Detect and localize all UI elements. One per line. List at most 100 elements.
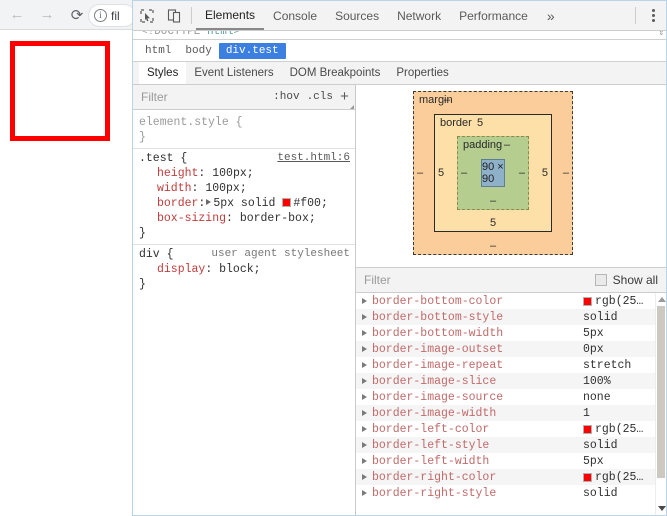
computed-property-row[interactable]: border-left-width 5px <box>356 453 666 469</box>
box-model-margin-top[interactable]: – <box>444 94 450 106</box>
expand-chevron-icon[interactable] <box>362 298 367 304</box>
style-rule-element-style[interactable]: element.style { } <box>133 113 355 148</box>
box-model-margin-right[interactable]: – <box>563 167 569 179</box>
expand-shorthand-icon[interactable] <box>206 199 212 205</box>
declaration-display[interactable]: display: block; <box>139 262 355 277</box>
back-button[interactable]: ← <box>4 2 30 28</box>
expand-chevron-icon[interactable] <box>362 394 367 400</box>
box-model-border-top[interactable]: 5 <box>477 117 483 129</box>
box-model-padding-bottom[interactable]: – <box>458 195 528 207</box>
expand-chevron-icon[interactable] <box>362 426 367 432</box>
more-tabs-icon[interactable]: » <box>537 1 565 30</box>
declaration-value[interactable]: 100px <box>205 182 240 195</box>
new-style-rule-button[interactable]: + <box>340 89 351 106</box>
computed-property-row[interactable]: border-image-repeat stretch <box>356 357 666 373</box>
tab-styles[interactable]: Styles <box>139 62 187 84</box>
computed-property-row[interactable]: border-right-style solid <box>356 485 666 501</box>
computed-property-row[interactable]: border-left-style solid <box>356 437 666 453</box>
toggle-class-button[interactable]: .cls <box>307 91 333 103</box>
computed-property-row[interactable]: border-bottom-style solid <box>356 309 666 325</box>
tab-dom-breakpoints[interactable]: DOM Breakpoints <box>282 62 389 84</box>
breadcrumb-item-body[interactable]: body <box>178 43 218 59</box>
site-info-icon[interactable]: i <box>94 9 107 22</box>
declaration-property[interactable]: border <box>157 197 198 210</box>
breadcrumb-item-div-test[interactable]: div.test <box>218 42 286 59</box>
inspect-element-icon[interactable] <box>133 1 160 30</box>
declaration-value[interactable]: 100px <box>212 167 247 180</box>
kebab-menu-icon[interactable] <box>640 1 666 30</box>
box-model-margin-left[interactable]: – <box>417 167 423 179</box>
resize-corner-icon[interactable] <box>350 105 354 109</box>
computed-property-row[interactable]: border-image-outset 0px <box>356 341 666 357</box>
style-rule-div-ua[interactable]: user agent stylesheet div { display: blo… <box>133 244 355 295</box>
expand-chevron-icon[interactable] <box>362 378 367 384</box>
expand-chevron-icon[interactable] <box>362 458 367 464</box>
scroll-down-arrow-icon[interactable] <box>658 506 666 511</box>
declaration-property[interactable]: box-sizing <box>157 212 226 225</box>
box-model-padding-left[interactable]: – <box>461 167 467 179</box>
box-model-padding[interactable]: padding – – – – 90 × 90 <box>457 136 529 210</box>
style-rule-origin-link[interactable]: test.html:6 <box>277 151 350 166</box>
expand-chevron-icon[interactable] <box>362 330 367 336</box>
box-model-border-left[interactable]: 5 <box>438 167 444 179</box>
tab-elements[interactable]: Elements <box>196 1 265 30</box>
declaration-property[interactable]: width <box>157 182 192 195</box>
declaration-value[interactable]: border-box <box>240 212 309 225</box>
tab-sources[interactable]: Sources <box>326 1 388 30</box>
expand-chevron-icon[interactable] <box>362 362 367 368</box>
scrollbar-thumb[interactable] <box>657 306 665 478</box>
device-toolbar-icon[interactable] <box>160 1 187 30</box>
expand-chevron-icon[interactable] <box>362 346 367 352</box>
tab-event-listeners[interactable]: Event Listeners <box>186 62 281 84</box>
computed-property-row[interactable]: border-bottom-width 5px <box>356 325 666 341</box>
declaration-height[interactable]: height: 100px; <box>139 166 355 181</box>
expand-chevron-icon[interactable] <box>362 442 367 448</box>
reload-button[interactable]: ⟳ <box>64 2 90 28</box>
scrollbar-track[interactable] <box>656 306 666 502</box>
box-model-border-bottom[interactable]: 5 <box>435 217 551 229</box>
box-model-margin-bottom[interactable]: – <box>414 240 572 252</box>
declaration-box-sizing[interactable]: box-sizing: border-box; <box>139 211 355 226</box>
box-model-padding-right[interactable]: – <box>519 167 525 179</box>
expand-chevron-icon[interactable] <box>362 314 367 320</box>
declaration-width[interactable]: width: 100px; <box>139 181 355 196</box>
declaration-border[interactable]: border: 5px solid #f00; <box>139 196 355 211</box>
computed-property-row[interactable]: border-image-width 1 <box>356 405 666 421</box>
computed-filter-input[interactable]: Filter <box>364 273 391 287</box>
computed-list-scrollbar[interactable] <box>655 293 666 515</box>
box-model-border-right[interactable]: 5 <box>542 167 548 179</box>
computed-property-row[interactable]: border-right-color rgb(25… <box>356 469 666 485</box>
tab-properties[interactable]: Properties <box>388 62 456 84</box>
breadcrumb-item-html[interactable]: html <box>138 43 178 59</box>
toggle-pseudo-classes-button[interactable]: :hov <box>273 91 299 103</box>
expand-chevron-icon[interactable] <box>362 490 367 496</box>
expand-chevron-icon[interactable] <box>362 474 367 480</box>
box-model-content-size[interactable]: 90 × 90 <box>481 159 505 187</box>
dom-tree-strip[interactable]: <!DOCTYPE html> ⇕ <box>133 31 666 40</box>
declaration-property[interactable]: height <box>157 167 198 180</box>
address-bar[interactable]: i fil <box>88 4 136 27</box>
style-rule-selector[interactable]: element.style { <box>139 115 355 130</box>
expand-chevron-icon[interactable] <box>362 410 367 416</box>
box-model-margin[interactable]: margin – – – – border 5 5 5 5 padding – <box>413 91 573 255</box>
styles-filter-input[interactable]: Filter <box>141 90 168 104</box>
color-swatch-icon[interactable] <box>282 198 292 207</box>
show-all-checkbox[interactable] <box>594 274 607 286</box>
computed-property-row[interactable]: border-left-color rgb(25… <box>356 421 666 437</box>
pane-resizer-icon[interactable]: ⇕ <box>659 31 664 38</box>
declaration-value[interactable]: block <box>219 263 254 276</box>
test-div-element[interactable] <box>10 41 110 141</box>
box-model-padding-top[interactable]: – <box>504 139 510 151</box>
computed-property-row[interactable]: border-bottom-color rgb(25… <box>356 293 666 309</box>
forward-button[interactable]: → <box>34 2 60 28</box>
tab-performance[interactable]: Performance <box>450 1 537 30</box>
tab-network[interactable]: Network <box>388 1 450 30</box>
show-all-toggle[interactable]: Show all <box>594 273 658 287</box>
box-model-border[interactable]: border 5 5 5 5 padding – – – – 90 × 90 <box>434 114 552 232</box>
computed-property-row[interactable]: border-image-source none <box>356 389 666 405</box>
computed-property-row[interactable]: border-image-slice 100% <box>356 373 666 389</box>
scroll-up-arrow-icon[interactable] <box>658 297 666 302</box>
tab-console[interactable]: Console <box>264 1 326 30</box>
declaration-property[interactable]: display <box>157 263 205 276</box>
style-rule-test[interactable]: test.html:6 .test { height: 100px; width… <box>133 148 355 244</box>
